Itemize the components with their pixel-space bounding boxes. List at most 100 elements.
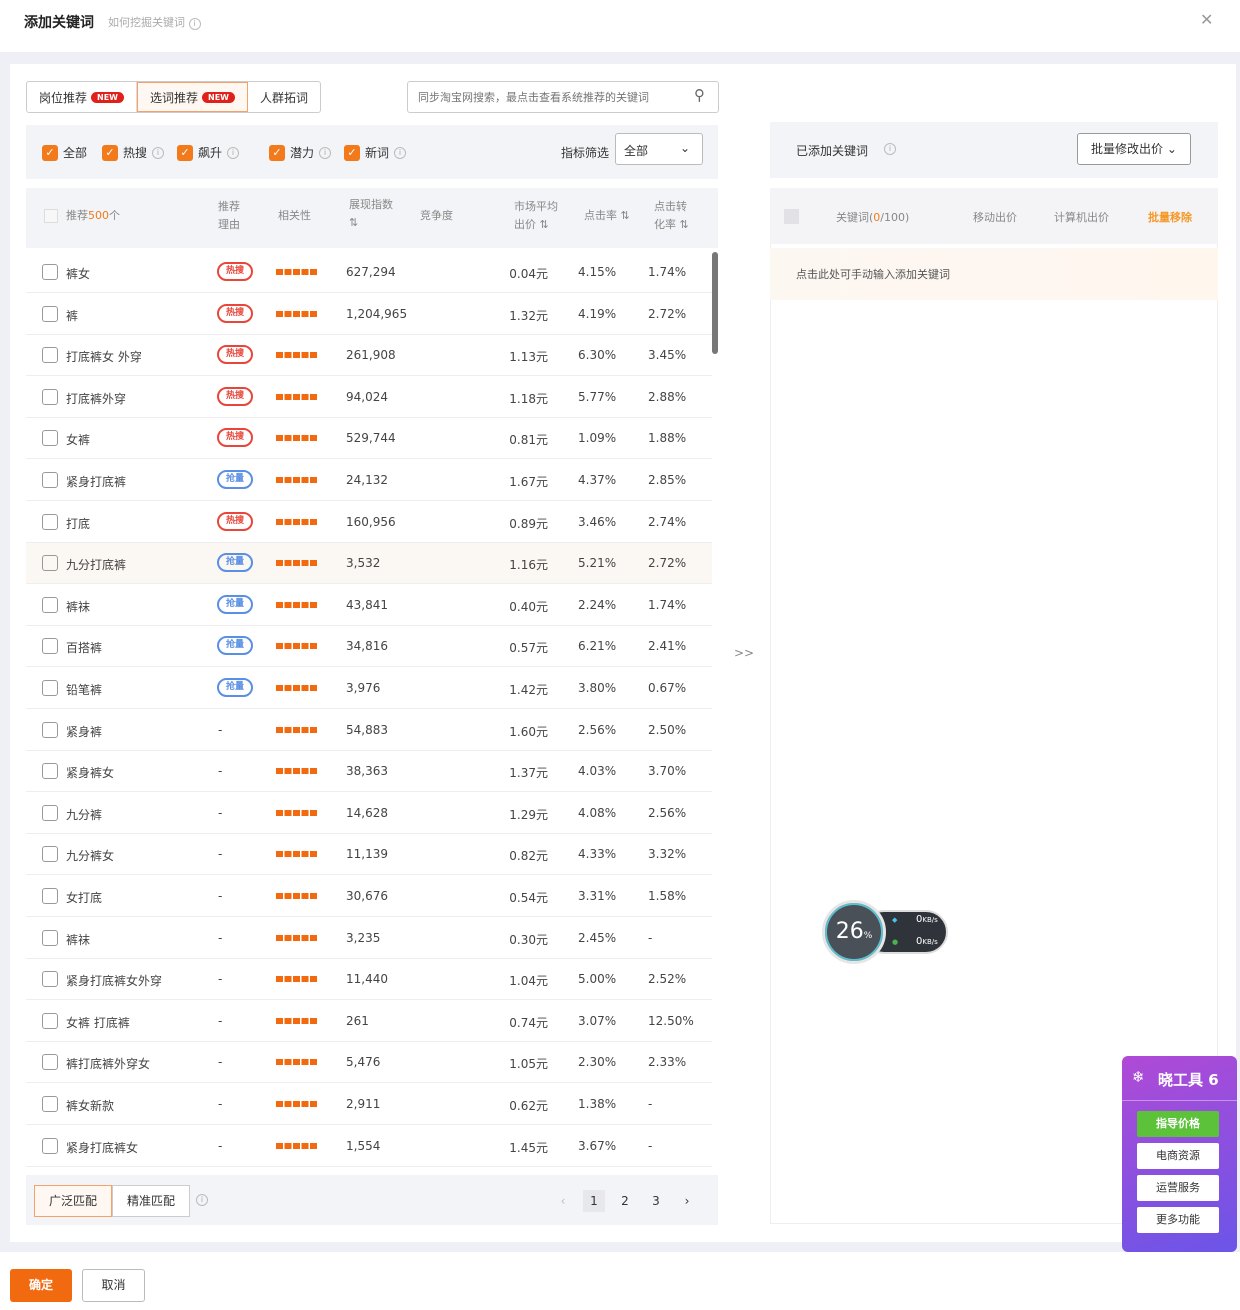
- search-index: 30,676: [346, 889, 388, 903]
- table-row[interactable]: 女裤 热搜 529,744 0.81元 1.09% 1.88%: [26, 418, 712, 460]
- select-all-checkbox[interactable]: [44, 209, 58, 223]
- table-row[interactable]: 九分打底裤 抢量 3,532 1.16元 5.21% 2.72%: [26, 543, 712, 585]
- header-avg-price[interactable]: 市场平均出价 ⇅: [514, 198, 566, 234]
- manual-add-hint[interactable]: 点击此处可手动输入添加关键词: [770, 248, 1218, 300]
- row-checkbox[interactable]: [42, 555, 58, 572]
- select-all-checkbox[interactable]: [784, 209, 799, 224]
- ctr: 1.38%: [578, 1097, 617, 1111]
- toolbox-button-more[interactable]: 更多功能: [1137, 1207, 1219, 1233]
- table-row[interactable]: 裤女 热搜 627,294 0.04元 4.15% 1.74%: [26, 252, 712, 293]
- cvr: 12.50%: [648, 1013, 694, 1028]
- transfer-arrow-button[interactable]: >>: [734, 646, 754, 660]
- header-relevance: 相关性: [278, 209, 311, 222]
- table-row[interactable]: 女裤 打底裤 - 261 0.74元 3.07% 12.50%: [26, 1001, 712, 1042]
- row-checkbox[interactable]: [42, 888, 58, 904]
- checkbox-checked-icon: ✓: [177, 144, 193, 161]
- prev-page-icon[interactable]: ‹: [552, 1190, 574, 1212]
- table-row[interactable]: 铅笔裤 抢量 3,976 1.42元 3.80% 0.67%: [26, 668, 712, 709]
- header-ctr[interactable]: 点击率 ⇅: [584, 207, 630, 225]
- header-reason: 推荐理由: [218, 200, 240, 231]
- close-icon[interactable]: ✕: [1200, 10, 1213, 29]
- exact-match-button[interactable]: 精准匹配: [112, 1185, 191, 1217]
- broad-match-button[interactable]: 广泛匹配: [34, 1185, 113, 1217]
- help-link[interactable]: 如何挖掘关键词 i: [108, 14, 201, 30]
- page-2[interactable]: 2: [614, 1190, 636, 1212]
- filter-rising[interactable]: ✓ 飙升 i: [177, 144, 240, 161]
- keyword-search-input[interactable]: [407, 81, 719, 113]
- row-checkbox[interactable]: [42, 804, 58, 821]
- table-row[interactable]: 九分裤 - 14,628 1.29元 4.08% 2.56%: [26, 793, 712, 834]
- row-checkbox[interactable]: [42, 472, 58, 488]
- row-checkbox[interactable]: [42, 929, 58, 946]
- filter-all[interactable]: ✓ 全部: [42, 144, 87, 161]
- row-checkbox[interactable]: [42, 513, 58, 530]
- reason-text: -: [218, 1097, 223, 1111]
- info-icon: i: [196, 1194, 208, 1206]
- filter-potential[interactable]: ✓ 潜力 i: [269, 144, 332, 161]
- page-1[interactable]: 1: [583, 1190, 605, 1212]
- batch-remove-button[interactable]: 批量移除: [1148, 209, 1192, 225]
- confirm-button[interactable]: 确定: [10, 1269, 72, 1302]
- tab-1[interactable]: 选词推荐 NEW: [137, 82, 248, 112]
- table-row[interactable]: 紧身打底裤 抢量 24,132 1.67元 4.37% 2.85%: [26, 460, 712, 501]
- row-checkbox[interactable]: [42, 846, 58, 863]
- page-3[interactable]: 3: [645, 1190, 667, 1212]
- toolbox-title: 晓工具 6: [1158, 1071, 1219, 1089]
- table-row[interactable]: 九分裤女 - 11,139 0.82元 4.33% 3.32%: [26, 834, 712, 876]
- row-checkbox[interactable]: [42, 596, 58, 613]
- table-row[interactable]: 裤袜 抢量 43,841 0.40元 2.24% 1.74%: [26, 585, 712, 626]
- ctr: 2.56%: [578, 722, 617, 737]
- batch-bid-dropdown[interactable]: 批量修改出价 ⌄: [1077, 133, 1191, 165]
- table-scrollbar[interactable]: [712, 252, 718, 354]
- table-row[interactable]: 裤 热搜 1,204,965 1.32元 4.19% 2.72%: [26, 294, 712, 335]
- row-checkbox[interactable]: [42, 347, 58, 364]
- tab-2[interactable]: 人群拓词: [248, 82, 320, 112]
- search-icon[interactable]: ⚲: [694, 86, 705, 104]
- row-checkbox[interactable]: [42, 680, 58, 696]
- metric-filter-select[interactable]: 全部 ⌄: [615, 133, 703, 165]
- table-row[interactable]: 紧身裤 - 54,883 1.60元 2.56% 2.50%: [26, 710, 712, 751]
- row-checkbox[interactable]: [42, 1096, 58, 1112]
- table-row[interactable]: 紧身裤女 - 38,363 1.37元 4.03% 3.70%: [26, 751, 712, 793]
- table-row[interactable]: 裤袜 - 3,235 0.30元 2.45% -: [26, 918, 712, 959]
- reason-text: -: [218, 1055, 223, 1070]
- row-checkbox[interactable]: [42, 1137, 58, 1154]
- filter-hot[interactable]: ✓ 热搜 i: [102, 144, 165, 161]
- toolbox-button-guide-price[interactable]: 指导价格: [1137, 1111, 1219, 1137]
- row-checkbox[interactable]: [42, 638, 58, 655]
- network-monitor-widget[interactable]: 26% ◆ 0KB/s ● 0KB/s: [822, 900, 950, 964]
- row-checkbox[interactable]: [42, 430, 58, 447]
- row-checkbox[interactable]: [42, 305, 58, 322]
- gauge-percent: 26: [835, 919, 864, 944]
- cvr: 1.74%: [648, 597, 687, 612]
- table-row[interactable]: 女打底 - 30,676 0.54元 3.31% 1.58%: [26, 876, 712, 917]
- next-page-icon[interactable]: ›: [676, 1190, 698, 1212]
- row-checkbox[interactable]: [42, 1012, 58, 1029]
- header-search-index[interactable]: 展现指数 ⇅: [349, 196, 399, 232]
- toolbox-button-service[interactable]: 运营服务: [1137, 1175, 1219, 1201]
- table-row[interactable]: 紧身打底裤女外穿 - 11,440 1.04元 5.00% 2.52%: [26, 959, 712, 1001]
- avg-price: 0.81元: [509, 433, 548, 448]
- added-table-header: 关键词(0/100) 移动出价 计算机出价 批量移除: [770, 188, 1218, 244]
- filter-new[interactable]: ✓ 新词 i: [344, 144, 407, 161]
- avg-price: 1.18元: [509, 391, 548, 406]
- table-row[interactable]: 打底裤女 外穿 热搜 261,908 1.13元 6.30% 3.45%: [26, 335, 712, 377]
- toolbox-button-resources[interactable]: 电商资源: [1137, 1143, 1219, 1169]
- row-checkbox[interactable]: [42, 971, 58, 988]
- table-row[interactable]: 打底裤外穿 热搜 94,024 1.18元 5.77% 2.88%: [26, 377, 712, 418]
- table-row[interactable]: 百搭裤 抢量 34,816 0.57元 6.21% 2.41%: [26, 626, 712, 668]
- row-checkbox[interactable]: [42, 763, 58, 780]
- table-row[interactable]: 打底 热搜 160,956 0.89元 3.46% 2.74%: [26, 502, 712, 543]
- relevance-bar: [276, 560, 318, 567]
- table-row[interactable]: 紧身打底裤女 - 1,554 1.45元 3.67% -: [26, 1126, 712, 1167]
- tab-0[interactable]: 岗位推荐 NEW: [27, 82, 137, 112]
- table-row[interactable]: 裤打底裤外穿女 - 5,476 1.05元 2.30% 2.33%: [26, 1042, 712, 1084]
- cvr: 2.56%: [648, 805, 687, 820]
- header-cvr[interactable]: 点击转化率 ⇅: [654, 198, 694, 234]
- row-checkbox[interactable]: [42, 721, 58, 738]
- table-row[interactable]: 裤女新款 - 2,911 0.62元 1.38% -: [26, 1084, 712, 1125]
- row-checkbox[interactable]: [42, 388, 58, 405]
- row-checkbox[interactable]: [42, 1054, 58, 1071]
- cancel-button[interactable]: 取消: [82, 1269, 145, 1302]
- row-checkbox[interactable]: [42, 264, 58, 280]
